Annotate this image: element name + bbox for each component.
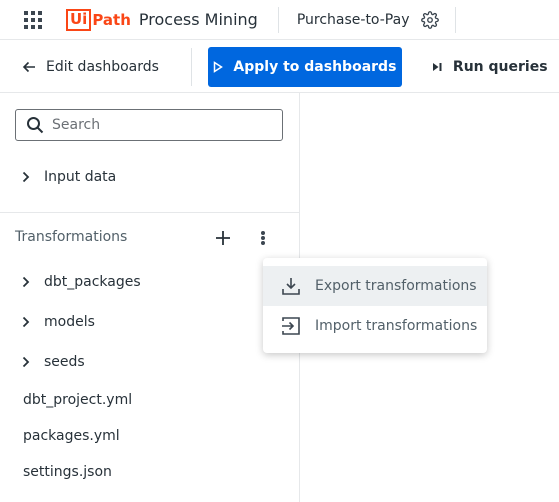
tree-item-models[interactable]: models (22, 314, 95, 330)
uipath-logo: Ui (66, 8, 92, 31)
logo-path-text: Path (92, 10, 131, 29)
add-icon[interactable] (214, 229, 232, 247)
menu-item-import-transformations[interactable]: Import transformations (263, 306, 487, 346)
apply-label: Apply to dashboards (233, 58, 397, 75)
logo-ui-text: Ui (70, 10, 88, 28)
toolbar-divider (190, 47, 192, 86)
menu-item-label: Export transformations (315, 278, 477, 294)
run-queries-button[interactable]: Run queries (432, 59, 548, 75)
chevron-right-icon (22, 356, 30, 368)
play-outline-icon (214, 60, 224, 73)
app-header: Ui Path Process Mining Purchase-to-Pay (0, 0, 559, 40)
import-icon (282, 317, 300, 335)
transformations-menu: Export transformations Import transforma… (263, 258, 487, 353)
edit-dashboards-label: Edit dashboards (46, 58, 159, 75)
play-next-icon (432, 62, 442, 71)
section-divider (0, 212, 299, 213)
menu-item-label: Import transformations (315, 318, 478, 334)
run-queries-label: Run queries (452, 58, 548, 75)
tree-item-label: Input data (44, 169, 117, 185)
search-icon (27, 117, 44, 134)
header-divider (277, 6, 279, 33)
toolbar: Edit dashboards Apply to dashboards Run … (0, 41, 559, 93)
explorer-panel: Input data Transformations dbt_packages … (0, 93, 300, 502)
download-icon (282, 278, 300, 295)
brand[interactable]: Ui Path Process Mining (66, 8, 258, 31)
header-divider (455, 6, 457, 33)
apply-to-dashboards-button[interactable]: Apply to dashboards (207, 46, 402, 87)
search-input[interactable] (52, 117, 272, 133)
tree-item-dbt-packages[interactable]: dbt_packages (22, 274, 141, 290)
edit-dashboards-button[interactable]: Edit dashboards (22, 59, 159, 75)
file-dbt-project-yml[interactable]: dbt_project.yml (23, 392, 132, 408)
more-options-icon[interactable] (254, 229, 272, 247)
transformations-title: Transformations (15, 229, 128, 245)
search-field[interactable] (15, 109, 283, 141)
tree-item-label: seeds (44, 354, 85, 370)
chevron-right-icon (22, 171, 30, 183)
file-packages-yml[interactable]: packages.yml (23, 428, 120, 444)
app-name[interactable]: Purchase-to-Pay (297, 12, 410, 28)
chevron-right-icon (22, 316, 30, 328)
arrow-left-icon (22, 61, 35, 72)
menu-item-export-transformations[interactable]: Export transformations (263, 266, 487, 306)
gear-icon[interactable] (421, 10, 440, 29)
tree-item-label: dbt_packages (44, 274, 141, 290)
chevron-right-icon (22, 276, 30, 288)
tree-item-seeds[interactable]: seeds (22, 354, 85, 370)
product-name: Process Mining (138, 10, 258, 29)
tree-item-input-data[interactable]: Input data (22, 169, 116, 185)
tree-item-label: models (44, 314, 95, 330)
file-settings-json[interactable]: settings.json (23, 464, 112, 480)
apps-grid-icon[interactable] (24, 10, 42, 29)
